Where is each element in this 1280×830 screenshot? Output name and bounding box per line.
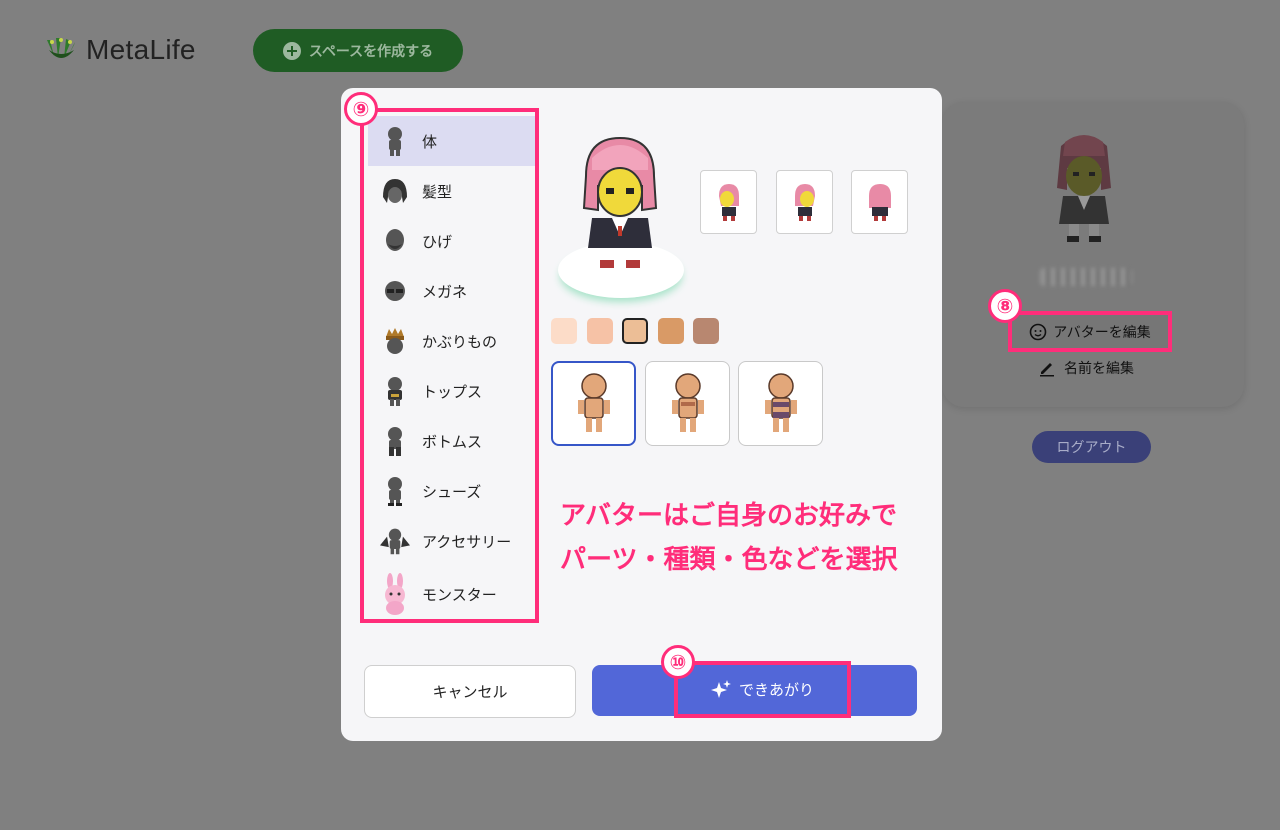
edit-avatar-label: アバターを編集 (1053, 324, 1151, 341)
preview-direction-left[interactable] (700, 170, 757, 234)
part-label-bottoms: ボトムス (422, 432, 483, 451)
sparkle-icon (710, 679, 731, 698)
body-figure-icon (764, 372, 797, 432)
preview-direction-right[interactable] (776, 170, 833, 234)
part-label-accessory: アクセサリー (422, 532, 512, 551)
skin-color-swatch[interactable] (658, 318, 684, 344)
body-figure-icon (671, 372, 704, 432)
skin-color-swatch[interactable] (693, 318, 719, 344)
part-item-headwear[interactable]: かぶりもの (368, 316, 535, 366)
edit-name-label: 名前を編集 (1064, 361, 1134, 377)
hair-icon (380, 176, 410, 206)
part-item-shoes[interactable]: シューズ (368, 466, 535, 516)
avatar-thumb-icon (868, 184, 891, 221)
pencil-icon (1040, 363, 1054, 377)
caption-line-2: パーツ・種類・色などを選択 (560, 545, 898, 575)
part-item-glasses[interactable]: メガネ (368, 266, 535, 316)
skin-color-swatch-selected[interactable] (622, 318, 648, 344)
bottoms-icon (380, 426, 410, 456)
avatar-preview (572, 136, 668, 276)
avatar-thumb-icon (718, 184, 739, 221)
cancel-button[interactable]: キャンセル (364, 665, 576, 718)
part-label-headwear: かぶりもの (422, 332, 498, 351)
sprout-logo-icon (47, 38, 75, 58)
part-label-glasses: メガネ (422, 282, 468, 301)
body-type-option-3[interactable] (738, 361, 823, 446)
part-item-bottoms[interactable]: ボトムス (368, 416, 535, 466)
done-label: できあがり (738, 681, 814, 699)
body-icon (380, 126, 410, 156)
skin-color-swatch[interactable] (551, 318, 577, 344)
part-label-hair: 髪型 (422, 182, 453, 201)
part-label-beard: ひげ (422, 232, 453, 251)
metalife-logo[interactable]: MetaLife (44, 34, 196, 66)
face-icon (1029, 323, 1047, 340)
annotation-badge-9: ⑨ (344, 92, 378, 126)
accessory-icon (380, 526, 410, 556)
avatar-thumb-icon (794, 184, 815, 221)
annotation-badge-8: ⑧ (988, 289, 1022, 323)
part-label-tops: トップス (422, 382, 483, 401)
part-label-shoes: シューズ (422, 482, 482, 501)
blurred-username (1040, 268, 1132, 286)
caption-line-1: アバターはご自身のお好みで (560, 501, 897, 531)
part-item-beard[interactable]: ひげ (368, 216, 535, 266)
annotation-badge-10: ⑩ (661, 645, 695, 679)
app-name: MetaLife (86, 34, 196, 65)
logout-button[interactable]: ログアウト (1032, 431, 1151, 463)
profile-avatar (1045, 128, 1123, 250)
skin-color-swatch[interactable] (587, 318, 613, 344)
part-item-monster[interactable]: モンスター (368, 566, 535, 622)
part-item-accessory[interactable]: アクセサリー (368, 516, 535, 566)
glasses-icon (380, 276, 410, 306)
plus-circle-icon (282, 41, 301, 60)
part-category-list: 体 髪型 ひげ メガネ かぶりもの トップス ボトムス シューズ アクセサリー … (360, 108, 539, 623)
part-item-tops[interactable]: トップス (368, 366, 535, 416)
done-button-highlight[interactable]: できあがり (674, 661, 851, 718)
beard-icon (380, 226, 410, 256)
annotation-caption: アバターはご自身のお好みで パーツ・種類・色などを選択 (560, 494, 897, 582)
create-space-label: スペースを作成する (308, 43, 434, 60)
create-space-button[interactable]: スペースを作成する (253, 29, 463, 72)
body-figure-icon (577, 372, 610, 432)
part-item-body[interactable]: 体 (368, 116, 535, 166)
edit-name-button[interactable]: 名前を編集 (1038, 358, 1134, 378)
body-type-option-1[interactable] (551, 361, 636, 446)
monster-icon (380, 573, 410, 615)
part-label-body: 体 (422, 132, 438, 151)
edit-avatar-button[interactable]: アバターを編集 (1008, 311, 1172, 352)
body-type-option-2[interactable] (645, 361, 730, 446)
shoes-icon (380, 476, 410, 506)
part-label-monster: モンスター (422, 585, 497, 604)
part-item-hair[interactable]: 髪型 (368, 166, 535, 216)
headwear-icon (380, 326, 410, 356)
preview-direction-back[interactable] (851, 170, 908, 234)
tops-icon (380, 376, 410, 406)
